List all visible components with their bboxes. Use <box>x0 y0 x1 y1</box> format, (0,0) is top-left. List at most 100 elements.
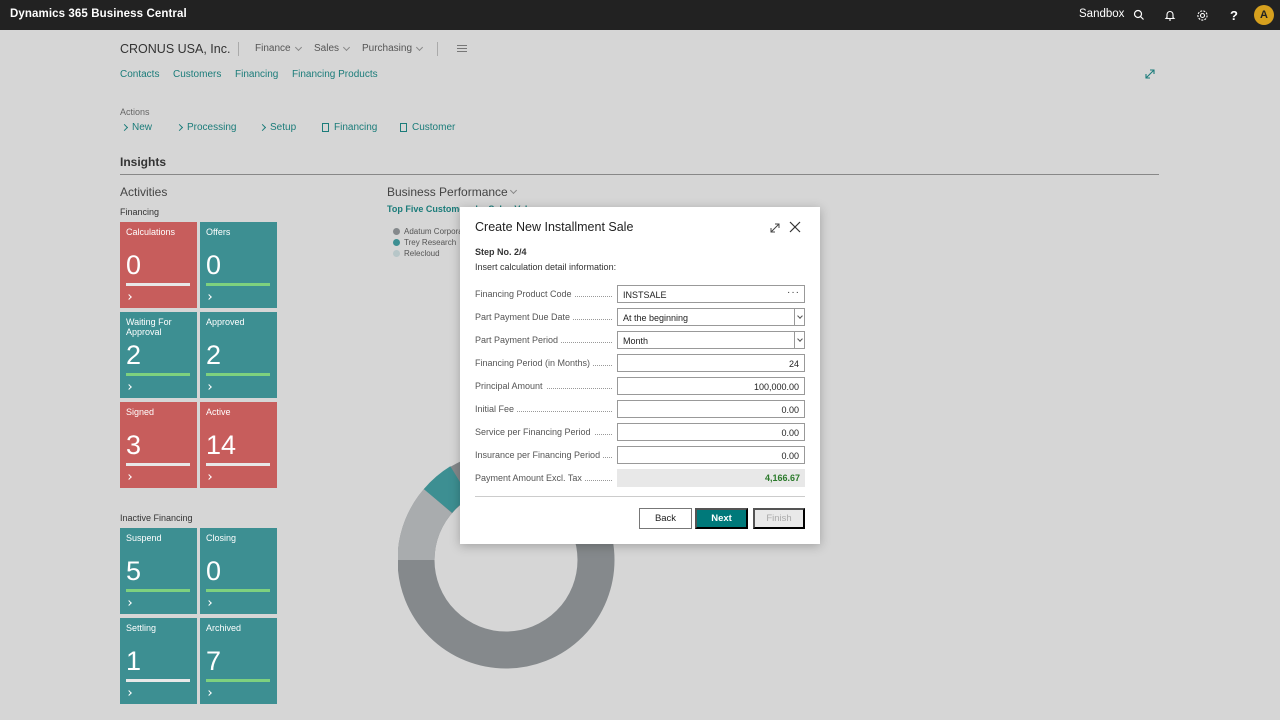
chevron-down-icon[interactable] <box>794 332 804 348</box>
company-name[interactable]: CRONUS USA, Inc. <box>120 42 230 56</box>
field-label: Payment Amount Excl. Tax <box>475 473 585 483</box>
tile-approved[interactable]: Approved 2 <box>200 312 277 398</box>
service-per-period-input[interactable]: 0.00 <box>617 423 805 441</box>
tile-offers[interactable]: Offers 0 <box>200 222 277 308</box>
field-row-part-payment-period: Part Payment Period Month <box>475 331 805 349</box>
top-bar: Dynamics 365 Business Central Sandbox ? … <box>0 0 1280 30</box>
tile-bar <box>206 589 270 592</box>
tile-value: 0 <box>206 250 222 280</box>
action-financing[interactable]: Financing <box>322 122 377 133</box>
tile-suspend[interactable]: Suspend 5 <box>120 528 197 614</box>
hamburger-icon[interactable] <box>457 45 467 54</box>
field-row-principal-amount: Principal Amount 100,000.00 <box>475 377 805 395</box>
tile-bar <box>126 589 190 592</box>
menu-sales[interactable]: Sales <box>314 43 351 54</box>
tile-waiting-for-approval[interactable]: Waiting For Approval 2 <box>120 312 197 398</box>
expand-icon[interactable] <box>769 221 781 233</box>
environment-label: Sandbox <box>1079 8 1125 20</box>
tile-label: Settling <box>126 623 157 633</box>
lookup-ellipsis-icon[interactable]: ··· <box>787 287 800 298</box>
tile-label: Suspend <box>126 533 162 543</box>
tile-closing[interactable]: Closing 0 <box>200 528 277 614</box>
menu-finance[interactable]: Finance <box>255 43 302 54</box>
field-label: Financing Product Code <box>475 289 575 299</box>
help-icon[interactable]: ? <box>1227 8 1241 23</box>
action-customer-label: Customer <box>412 122 456 133</box>
business-performance-title[interactable]: Business Performance <box>387 185 517 199</box>
field-row-financing-period: Financing Period (in Months) 24 <box>475 354 805 372</box>
chevron-down-icon[interactable] <box>794 309 804 325</box>
instruction-text: Insert calculation detail information: <box>475 262 617 272</box>
financing-product-code-input[interactable]: INSTSALE ··· <box>617 285 805 303</box>
part-payment-period-select[interactable]: Month <box>617 331 805 349</box>
menu-purchasing[interactable]: Purchasing <box>362 43 424 54</box>
menu-finance-label: Finance <box>255 43 291 54</box>
legend-dot <box>393 239 400 246</box>
avatar[interactable]: A <box>1254 5 1274 25</box>
bell-icon[interactable] <box>1163 8 1177 22</box>
chevron-right-icon <box>206 384 212 390</box>
legend-label: Trey Research <box>404 238 457 247</box>
link-financing[interactable]: Financing <box>235 69 278 80</box>
link-contacts[interactable]: Contacts <box>120 69 159 80</box>
back-button[interactable]: Back <box>639 508 692 529</box>
document-icon <box>322 123 329 132</box>
financing-period-input[interactable]: 24 <box>617 354 805 372</box>
legend-dot <box>393 228 400 235</box>
chevron-right-icon <box>206 690 212 696</box>
tile-calculations[interactable]: Calculations 0 <box>120 222 197 308</box>
gear-icon[interactable] <box>1195 8 1209 22</box>
tile-value: 1 <box>126 646 142 676</box>
action-setup[interactable]: Setup <box>258 122 296 133</box>
action-processing[interactable]: Processing <box>175 122 236 133</box>
activities-title: Activities <box>120 185 168 199</box>
insurance-per-period-input[interactable]: 0.00 <box>617 446 805 464</box>
field-row-initial-fee: Initial Fee 0.00 <box>475 400 805 418</box>
tile-value: 5 <box>126 556 142 586</box>
tile-signed[interactable]: Signed 3 <box>120 402 197 488</box>
tile-value: 0 <box>206 556 222 586</box>
action-financing-label: Financing <box>334 122 378 133</box>
tile-settling[interactable]: Settling 1 <box>120 618 197 704</box>
tile-value: 3 <box>126 430 142 460</box>
tile-label: Active <box>206 407 231 417</box>
chevron-right-icon <box>126 690 132 696</box>
action-customer[interactable]: Customer <box>400 122 455 133</box>
chevron-right-icon <box>206 600 212 606</box>
dialog-title: Create New Installment Sale <box>475 220 634 234</box>
expand-icon[interactable] <box>1144 67 1156 79</box>
tile-bar <box>126 373 190 376</box>
financing-group-label: Financing <box>120 207 160 217</box>
legend-item: Relecloud <box>393 249 440 258</box>
donut-segment-relecloud <box>423 466 471 514</box>
tile-label: Signed <box>126 407 155 417</box>
document-icon <box>400 123 407 132</box>
app-title[interactable]: Dynamics 365 Business Central <box>10 8 187 20</box>
principal-amount-input[interactable]: 100,000.00 <box>617 377 805 395</box>
legend-item: Trey Research <box>393 238 456 247</box>
finish-button[interactable]: Finish <box>753 508 805 529</box>
link-financing-products[interactable]: Financing Products <box>292 69 378 80</box>
menu-purchasing-label: Purchasing <box>362 43 413 54</box>
action-new[interactable]: New <box>120 122 152 133</box>
link-customers[interactable]: Customers <box>173 69 221 80</box>
next-button[interactable]: Next <box>695 508 748 529</box>
tile-value: 2 <box>126 340 142 370</box>
nav-separator <box>437 42 438 56</box>
part-payment-due-date-select[interactable]: At the beginning <box>617 308 805 326</box>
actions-label: Actions <box>120 107 150 117</box>
business-performance-label: Business Performance <box>387 185 508 199</box>
close-icon[interactable] <box>789 220 801 233</box>
tile-label: Calculations <box>126 227 176 237</box>
chevron-down-icon <box>415 43 424 51</box>
insights-title: Insights <box>120 155 167 169</box>
tile-value: 7 <box>206 646 222 676</box>
nav-separator <box>238 42 239 56</box>
initial-fee-input[interactable]: 0.00 <box>617 400 805 418</box>
tile-bar <box>206 463 270 466</box>
tile-archived[interactable]: Archived 7 <box>200 618 277 704</box>
tile-active[interactable]: Active 14 <box>200 402 277 488</box>
field-row-insurance-per-period: Insurance per Financing Period 0.00 <box>475 446 805 464</box>
search-icon[interactable] <box>1132 8 1146 22</box>
field-value: INSTSALE <box>623 290 667 300</box>
